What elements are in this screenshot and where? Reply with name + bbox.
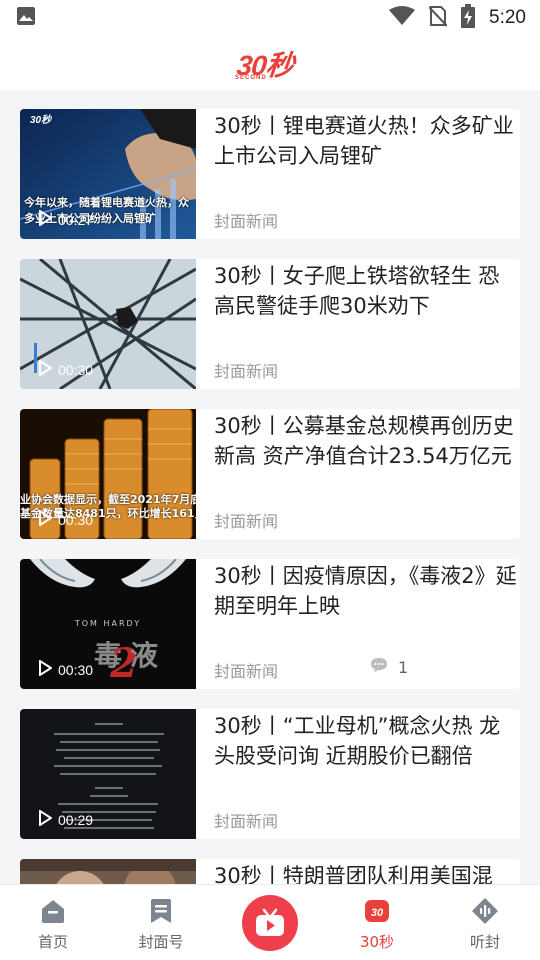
svg-text:30: 30 — [371, 907, 384, 919]
nav-item-cover-account[interactable]: 封面号 — [111, 885, 211, 960]
play-icon — [38, 209, 53, 229]
battery-charging-icon — [461, 4, 476, 32]
home-icon — [39, 897, 67, 925]
status-time: 5:20 — [489, 7, 526, 28]
video-source: 封面新闻 — [214, 512, 279, 531]
video-thumbnail[interactable]: 00:30 — [20, 259, 196, 389]
thirty-seconds-icon: 30 — [363, 897, 391, 925]
video-card[interactable]: 00:29 30秒丨“工业母机”概念火热 龙头股受问询 近期股价已翻倍 封面新闻 — [20, 709, 520, 839]
gallery-icon — [16, 6, 36, 30]
tv-play-icon — [254, 907, 286, 943]
video-card[interactable]: 30秒 今年以来，随着锂电赛道火热，众多业上市公司纷纷入局锂矿 00:27 30… — [20, 109, 520, 239]
logo-subtext: SECOND — [235, 75, 267, 81]
nav-label: 封面号 — [138, 933, 184, 951]
video-thumbnail[interactable] — [20, 859, 196, 884]
comment-icon — [370, 657, 388, 677]
audio-icon — [471, 897, 499, 925]
bookmark-icon — [147, 897, 175, 925]
duration-badge: 00:30 — [38, 659, 94, 679]
duration-badge: 00:29 — [38, 809, 94, 829]
nav-item-home[interactable]: 首页 — [3, 885, 103, 960]
duration-badge: 00:27 — [38, 209, 94, 229]
app-logo: 30秒 SECOND — [233, 45, 307, 81]
duration-text: 00:27 — [58, 211, 94, 228]
video-thumbnail[interactable]: 30秒 今年以来，随着锂电赛道火热，众多业上市公司纷纷入局锂矿 00:27 — [20, 109, 196, 239]
duration-text: 00:30 — [58, 511, 94, 528]
comment-count-text: 1 — [398, 657, 409, 677]
tv-play-button[interactable] — [242, 895, 298, 951]
no-sim-icon — [428, 5, 448, 31]
play-icon — [38, 809, 53, 829]
video-card[interactable]: 00:30 30秒丨女子爬上铁塔欲轻生 恐高民警徒手爬30米劝下 封面新闻 — [20, 259, 520, 389]
play-icon — [38, 659, 53, 679]
video-feed[interactable]: 30秒 今年以来，随着锂电赛道火热，众多业上市公司纷纷入局锂矿 00:27 30… — [0, 90, 540, 884]
video-card[interactable]: 毒 2 液 TOM HARDY 00:30 30秒丨因疫情原因，《毒液2》延期至… — [20, 559, 520, 689]
svg-text:30秒: 30秒 — [30, 114, 52, 126]
video-source: 封面新闻 — [214, 362, 279, 381]
video-source: 封面新闻 — [214, 662, 279, 681]
status-bar: 5:20 — [0, 0, 540, 36]
video-source: 封面新闻 — [214, 812, 279, 831]
nav-label: 听封 — [469, 933, 500, 951]
nav-label: 30秒 — [359, 933, 395, 951]
duration-text: 00:30 — [58, 661, 94, 678]
svg-text:液: 液 — [130, 639, 158, 672]
bottom-nav: 首页 封面号 30 30秒 听封 — [0, 884, 540, 960]
wifi-icon — [389, 6, 416, 30]
comment-count[interactable]: 1 — [370, 657, 408, 677]
nav-label: 首页 — [37, 933, 68, 951]
video-title[interactable]: 30秒丨“工业母机”概念火热 龙头股受问询 近期股价已翻倍 — [214, 711, 518, 771]
video-title[interactable]: 30秒丨锂电赛道火热！众多矿业上市公司入局锂矿 — [214, 111, 518, 171]
app-header: 30秒 SECOND — [0, 36, 540, 90]
video-thumbnail[interactable]: 业协会数据显示，截至2021年7月底 基金数量达8481只，环比增长161只 0… — [20, 409, 196, 539]
play-icon — [38, 359, 53, 379]
video-card[interactable]: 业协会数据显示，截至2021年7月底 基金数量达8481只，环比增长161只 0… — [20, 409, 520, 539]
video-title[interactable]: 30秒丨特朗普团队利用美国混 — [214, 861, 518, 884]
thumb-caption: TOM HARDY — [74, 619, 142, 628]
video-title[interactable]: 30秒丨因疫情原因，《毒液2》延期至明年上映 — [214, 561, 518, 621]
duration-text: 00:29 — [58, 811, 94, 828]
video-title[interactable]: 30秒丨公募基金总规模再创历史新高 资产净值合计23.54万亿元 — [214, 411, 518, 471]
video-thumbnail[interactable]: 00:29 — [20, 709, 196, 839]
video-source: 封面新闻 — [214, 212, 279, 231]
video-title[interactable]: 30秒丨女子爬上铁塔欲轻生 恐高民警徒手爬30米劝下 — [214, 261, 518, 321]
duration-badge: 00:30 — [38, 509, 94, 529]
video-card[interactable]: 30秒丨特朗普团队利用美国混 — [20, 859, 520, 884]
play-icon — [38, 509, 53, 529]
nav-item-listen[interactable]: 听封 — [435, 885, 535, 960]
duration-text: 00:30 — [58, 361, 94, 378]
duration-badge: 00:30 — [38, 359, 94, 379]
nav-item-30s[interactable]: 30 30秒 — [327, 885, 427, 960]
video-thumbnail[interactable]: 毒 2 液 TOM HARDY 00:30 — [20, 559, 196, 689]
